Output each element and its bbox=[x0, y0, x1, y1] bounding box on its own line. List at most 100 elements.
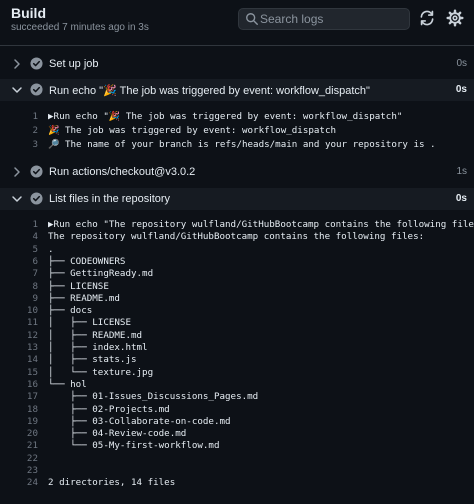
line-number: 15 bbox=[26, 366, 38, 378]
step-duration: 1s bbox=[456, 166, 467, 177]
line-number: 8 bbox=[32, 280, 38, 292]
line-number: 13 bbox=[26, 342, 38, 353]
log-line: 6 ├── CODEOWNERS bbox=[0, 256, 474, 268]
log-text: ├── 03-Collaborate-on-code.md bbox=[48, 415, 231, 427]
log-text: │ ├── index.html bbox=[48, 342, 148, 353]
check-circle-icon bbox=[30, 192, 43, 205]
chevron-right-icon bbox=[14, 59, 20, 69]
log-line: 2 🎉 The job was triggered by event: workf… bbox=[0, 124, 474, 138]
log-text: ├── LICENSE bbox=[48, 280, 109, 292]
step-checkout[interactable]: Run actions/checkout@v3.0.2 1s bbox=[0, 161, 474, 183]
line-number: 9 bbox=[32, 292, 38, 304]
settings-button[interactable] bbox=[446, 9, 466, 29]
line-number: 24 bbox=[26, 477, 38, 489]
step-name: Set up job bbox=[49, 58, 99, 70]
log-line: 16 └── hol bbox=[0, 379, 474, 391]
log-line: 11 │ ├── LICENSE bbox=[0, 317, 474, 329]
step-run-echo[interactable]: Run echo "🎉 The job was triggered by eve… bbox=[0, 79, 474, 101]
line-number: 16 bbox=[26, 378, 38, 390]
step-name: List files in the repository bbox=[49, 193, 171, 205]
log-line: 3 🔎 The name of your branch is refs/heads… bbox=[0, 138, 474, 152]
step-duration: 0s bbox=[455, 84, 467, 95]
search-placeholder: Search logs bbox=[260, 12, 324, 26]
step-duration: 0s bbox=[456, 58, 467, 69]
step-name: Run actions/checkout@v3.0.2 bbox=[49, 166, 196, 178]
line-number: 11 bbox=[26, 317, 38, 329]
log-text: │ ├── stats.js bbox=[48, 354, 137, 366]
log-text: ├── README.md bbox=[48, 292, 120, 304]
line-number: 12 bbox=[26, 329, 38, 341]
log-text: . bbox=[48, 243, 54, 255]
line-number: 19 bbox=[26, 415, 38, 427]
line-number: 4 bbox=[32, 231, 38, 243]
step-list-files[interactable]: List files in the repository 0s bbox=[0, 188, 474, 210]
log-text: └── 05-My-first-workflow.md bbox=[48, 440, 220, 452]
search-logs-input[interactable]: Search logs bbox=[238, 8, 410, 30]
log-line: 20 ├── 04-Review-code.md bbox=[0, 428, 474, 440]
log-line: 5. bbox=[0, 244, 474, 256]
log-line: 23 bbox=[0, 465, 474, 477]
line-number: 7 bbox=[32, 268, 38, 280]
log-line[interactable]: 1 ▶Run echo "🎉 The job was triggered by e… bbox=[0, 110, 474, 124]
step-set-up-job[interactable]: Set up job 0s bbox=[0, 53, 474, 75]
log-line: 4 The repository wulfland/GitHubBootcamp … bbox=[0, 231, 474, 243]
log-line: 10 ├── docs bbox=[0, 305, 474, 317]
log-text: └── hol bbox=[48, 378, 87, 390]
line-number: 6 bbox=[32, 255, 38, 267]
line-number: 10 bbox=[26, 305, 38, 317]
log-text: 2 directories, 14 files bbox=[48, 477, 176, 489]
check-circle-icon bbox=[30, 57, 43, 70]
log-text: ▶Run echo "The repository wulfland/GitHu… bbox=[48, 219, 474, 230]
log-text: The repository wulfland/GitHubBootcamp c… bbox=[48, 231, 425, 243]
log-line: 21 └── 05-My-first-workflow.md bbox=[0, 440, 474, 452]
line-number: 22 bbox=[26, 452, 38, 464]
log-line: 24 2 directories, 14 files bbox=[0, 477, 474, 489]
log-text: │ ├── README.md bbox=[48, 329, 143, 341]
log-line: 12 │ ├── README.md bbox=[0, 330, 474, 342]
job-status-summary: succeeded 7 minutes ago in 3s bbox=[11, 22, 149, 33]
log-line: 13 │ ├── index.html bbox=[0, 342, 474, 354]
line-number: 17 bbox=[26, 391, 38, 403]
log-text: ├── 04-Review-code.md bbox=[48, 428, 187, 440]
log-text: ├── 01-Issues_Discussions_Pages.md bbox=[48, 391, 259, 403]
log-text: ▶Run echo "🎉 The job was triggered by ev… bbox=[48, 111, 403, 122]
job-header: Build succeeded 7 minutes ago in 3s Sear… bbox=[0, 0, 474, 46]
search-icon bbox=[246, 13, 258, 25]
line-number: 3 bbox=[32, 139, 38, 150]
log-line: 8 ├── LICENSE bbox=[0, 281, 474, 293]
refresh-button[interactable] bbox=[418, 9, 438, 29]
log-line: 9 ├── README.md bbox=[0, 293, 474, 305]
log-line: 7 ├── GettingReady.md bbox=[0, 268, 474, 280]
chevron-down-icon bbox=[12, 196, 22, 202]
line-number: 14 bbox=[26, 354, 38, 366]
job-title: Build bbox=[11, 5, 46, 21]
line-number: 1 bbox=[32, 219, 38, 230]
log-line: 22 bbox=[0, 453, 474, 465]
log-line[interactable]: 1 ▶Run echo "The repository wulfland/GitH… bbox=[0, 219, 474, 231]
line-number: 2 bbox=[32, 125, 38, 136]
log-text: ├── CODEOWNERS bbox=[48, 255, 126, 267]
step-duration: 0s bbox=[455, 193, 467, 204]
log-text: │ ├── LICENSE bbox=[48, 317, 131, 329]
line-number: 5 bbox=[32, 243, 38, 255]
log-text: ├── 02-Projects.md bbox=[48, 403, 170, 415]
log-text: ├── docs bbox=[48, 305, 93, 317]
log-line: 19 ├── 03-Collaborate-on-code.md bbox=[0, 416, 474, 428]
line-number: 20 bbox=[26, 428, 38, 440]
log-text: 🎉 The job was triggered by event: workfl… bbox=[48, 125, 337, 136]
refresh-icon bbox=[420, 10, 434, 26]
chevron-down-icon bbox=[12, 87, 22, 93]
chevron-right-icon bbox=[14, 167, 20, 177]
line-number: 23 bbox=[26, 465, 38, 476]
check-circle-icon bbox=[30, 165, 43, 178]
log-line: 18 ├── 02-Projects.md bbox=[0, 404, 474, 416]
line-number: 18 bbox=[26, 403, 38, 415]
line-number: 21 bbox=[26, 440, 38, 452]
log-line: 17 ├── 01-Issues_Discussions_Pages.md bbox=[0, 391, 474, 403]
log-line: 15 │ └── texture.jpg bbox=[0, 367, 474, 379]
log-text: 🔎 The name of your branch is refs/heads/… bbox=[48, 139, 436, 150]
log-text: ├── GettingReady.md bbox=[48, 268, 154, 280]
log-text: │ └── texture.jpg bbox=[48, 366, 154, 378]
gear-icon bbox=[446, 9, 464, 27]
step-name: Run echo "🎉 The job was triggered by eve… bbox=[49, 85, 370, 97]
